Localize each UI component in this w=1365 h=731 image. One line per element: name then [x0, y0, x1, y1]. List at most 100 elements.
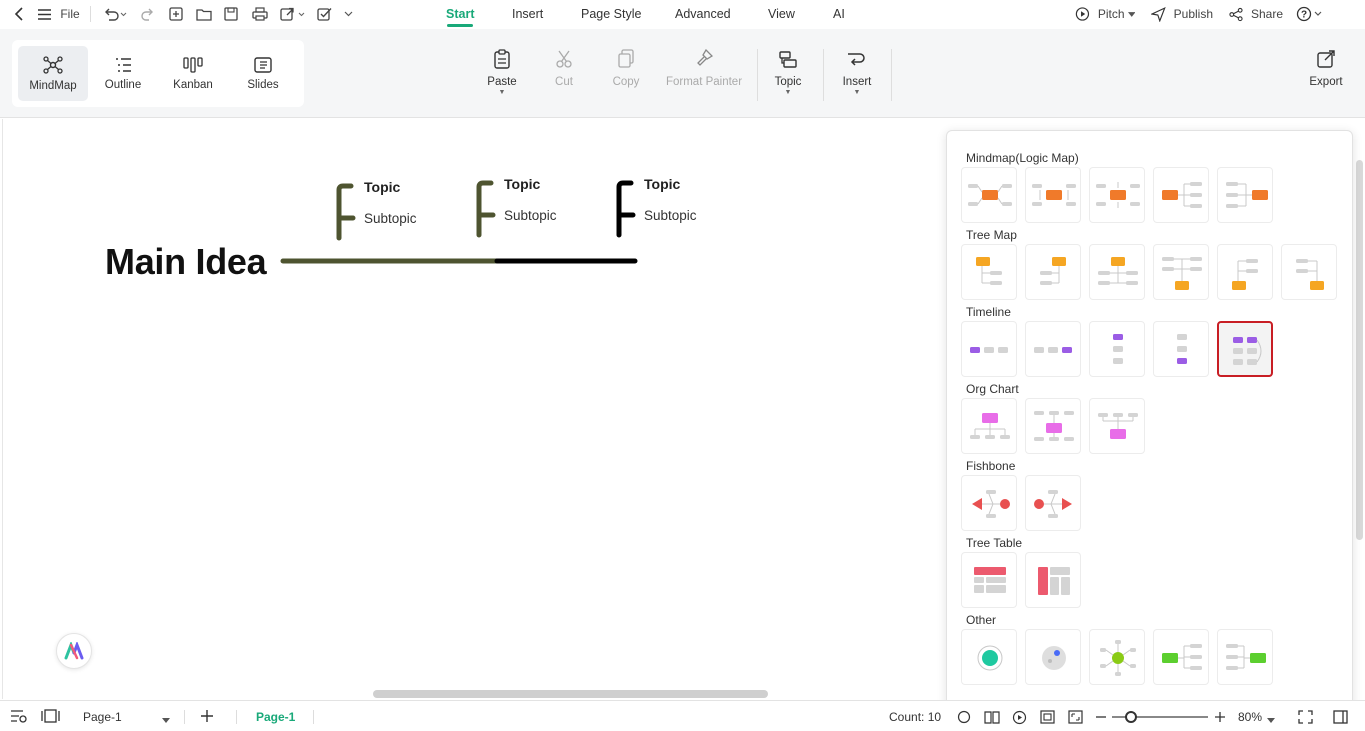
tab-page-style[interactable]: Page Style [581, 7, 641, 21]
save-icon[interactable] [223, 4, 239, 24]
more-chevron-icon[interactable] [342, 4, 354, 24]
slideshow-play-icon[interactable] [1012, 710, 1027, 728]
presentation-icon[interactable] [1040, 710, 1055, 727]
layout-option-tree-table[interactable] [961, 552, 1017, 608]
topic-node[interactable]: Topic [644, 176, 680, 192]
paste-dropdown-icon[interactable]: ▼ [499, 89, 506, 96]
layout-option-timeline[interactable] [1153, 321, 1209, 377]
layout-option-other[interactable] [961, 629, 1017, 685]
publish-button[interactable]: Publish [1151, 4, 1213, 24]
page-select-chevron-icon[interactable] [162, 712, 170, 726]
add-page-icon[interactable] [200, 709, 214, 726]
tab-start[interactable]: Start [446, 7, 474, 21]
layout-option-timeline[interactable] [1025, 321, 1081, 377]
tab-ai[interactable]: AI [833, 7, 845, 21]
layout-option-tree-map[interactable] [961, 244, 1017, 300]
menu-icon[interactable] [36, 4, 52, 24]
layout-option-org-chart[interactable] [961, 398, 1017, 454]
topic-node[interactable]: Topic [364, 179, 400, 195]
back-icon[interactable] [10, 4, 28, 24]
subtopic-node[interactable]: Subtopic [364, 211, 417, 226]
subtopic-node[interactable]: Subtopic [504, 208, 557, 223]
outline-panel-icon[interactable] [10, 709, 28, 727]
task-check-icon[interactable] [316, 4, 334, 24]
tree-map-layout-icon [1098, 257, 1138, 285]
insert-button[interactable]: Insert ▼ [839, 49, 875, 96]
paste-button[interactable]: Paste ▼ [486, 49, 518, 96]
view-switcher: MindMap Outline Kanban Slides [12, 40, 304, 107]
view-outline-label: Outline [104, 78, 142, 91]
insert-dropdown-icon[interactable]: ▼ [854, 89, 861, 96]
outline-icon [116, 57, 131, 72]
layout-option-timeline[interactable] [1217, 321, 1273, 377]
layout-option-mindmap[interactable] [1153, 167, 1209, 223]
topic-dropdown-icon[interactable]: ▼ [785, 89, 792, 96]
fullscreen-icon[interactable] [1298, 710, 1313, 727]
subtopic-node[interactable]: Subtopic [644, 208, 697, 223]
horizontal-scrollbar[interactable] [373, 690, 768, 698]
layout-option-org-chart[interactable] [1025, 398, 1081, 454]
open-folder-icon[interactable] [195, 4, 213, 24]
cut-button[interactable]: Cut [550, 49, 578, 88]
copy-button[interactable]: Copy [610, 49, 642, 88]
topic-node[interactable]: Topic [504, 176, 540, 192]
format-painter-button[interactable]: Format Painter [664, 49, 744, 88]
view-mindmap-button[interactable]: MindMap [18, 46, 88, 101]
zoom-level[interactable]: 80% [1238, 710, 1262, 724]
layout-option-mindmap[interactable] [961, 167, 1017, 223]
other-layout-icon [1226, 644, 1266, 670]
zoom-slider-handle[interactable] [1125, 711, 1137, 723]
help-button[interactable]: ? [1296, 4, 1324, 24]
share-button[interactable]: Share [1229, 4, 1283, 24]
new-file-icon[interactable] [168, 4, 184, 24]
book-view-icon[interactable] [984, 710, 1000, 727]
print-icon[interactable] [251, 4, 269, 24]
topic-button[interactable]: Topic ▼ [772, 49, 804, 96]
undo-icon[interactable] [102, 4, 128, 24]
layout-option-tree-map[interactable] [1089, 244, 1145, 300]
layout-option-org-chart[interactable] [1089, 398, 1145, 454]
fit-page-icon[interactable] [41, 709, 60, 726]
export-button[interactable]: Export [1306, 49, 1346, 88]
view-kanban-button[interactable]: Kanban [158, 46, 228, 101]
focus-mode-icon[interactable] [957, 710, 971, 727]
layout-option-tree-map[interactable] [1153, 244, 1209, 300]
zoom-in-icon[interactable] [1214, 710, 1226, 727]
vertical-scrollbar[interactable] [1356, 160, 1363, 540]
tab-view[interactable]: View [768, 7, 795, 21]
layout-option-other[interactable] [1153, 629, 1209, 685]
page-select[interactable]: Page-1 [83, 710, 122, 724]
fit-screen-icon[interactable] [1068, 710, 1083, 727]
layout-option-fishbone[interactable] [1025, 475, 1081, 531]
layout-option-other[interactable] [1217, 629, 1273, 685]
export-share-icon[interactable] [280, 4, 306, 24]
zoom-chevron-icon[interactable] [1267, 712, 1275, 726]
ai-assistant-logo[interactable] [56, 633, 92, 669]
zoom-out-icon[interactable] [1095, 710, 1107, 727]
layout-option-tree-map[interactable] [1281, 244, 1337, 300]
main-idea-topic[interactable]: Main Idea [105, 241, 267, 283]
layout-option-other[interactable] [1025, 629, 1081, 685]
layout-option-mindmap[interactable] [1089, 167, 1145, 223]
layout-option-timeline[interactable] [1089, 321, 1145, 377]
layout-option-mindmap[interactable] [1217, 167, 1273, 223]
tab-advanced[interactable]: Advanced [675, 7, 731, 21]
layout-option-mindmap[interactable] [1025, 167, 1081, 223]
redo-icon[interactable] [140, 4, 156, 24]
section-title-tree-table: Tree Table [966, 536, 1023, 550]
pitch-button[interactable]: Pitch [1075, 4, 1135, 24]
page-tab-active[interactable]: Page-1 [256, 710, 295, 724]
layout-option-timeline[interactable] [961, 321, 1017, 377]
ribbon-divider [757, 49, 758, 101]
ribbon-divider [823, 49, 824, 101]
view-outline-button[interactable]: Outline [88, 46, 158, 101]
layout-option-tree-map[interactable] [1217, 244, 1273, 300]
layout-option-tree-map[interactable] [1025, 244, 1081, 300]
view-slides-button[interactable]: Slides [228, 46, 298, 101]
tab-insert[interactable]: Insert [512, 7, 543, 21]
sidebar-panel-icon[interactable] [1333, 710, 1348, 727]
layout-option-tree-table[interactable] [1025, 552, 1081, 608]
file-menu[interactable]: File [58, 4, 82, 24]
layout-option-other[interactable] [1089, 629, 1145, 685]
layout-option-fishbone[interactable] [961, 475, 1017, 531]
